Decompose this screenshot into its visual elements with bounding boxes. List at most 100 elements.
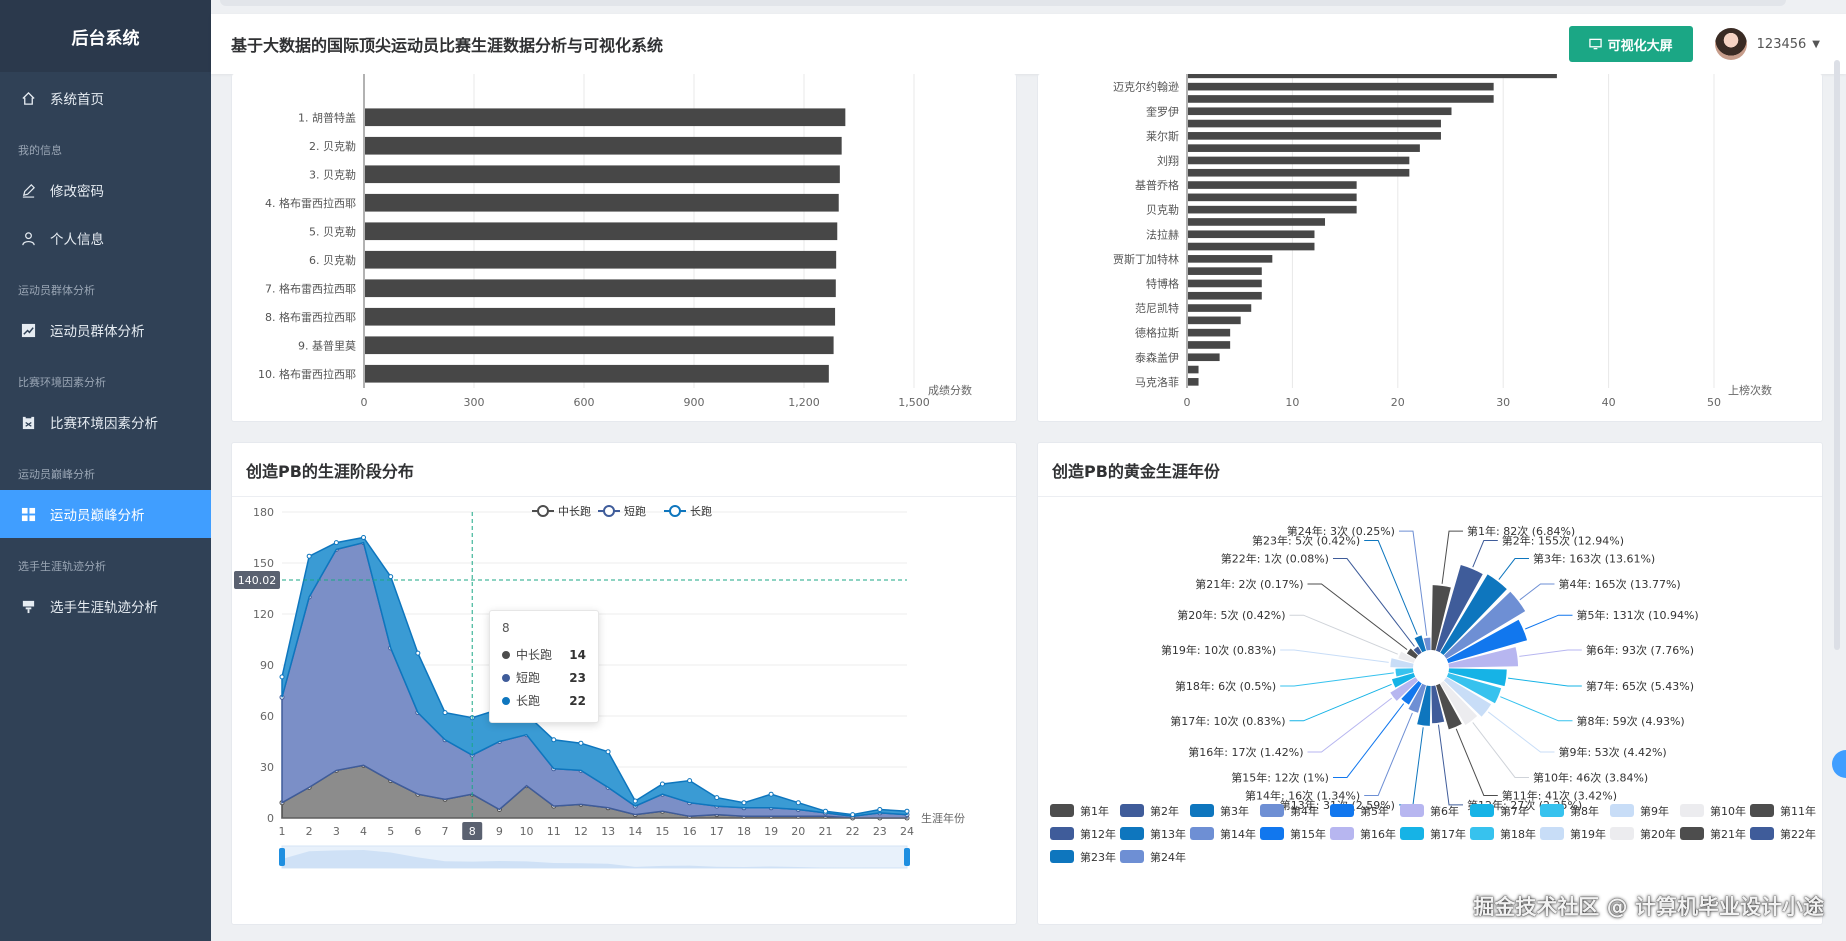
x-tick-label: 12 <box>574 825 588 838</box>
slice-label: 第3年: 163次 (13.61%) <box>1533 552 1655 566</box>
chart-card-top-right: 0 10 20 30 40 50 上榜次数 迈克尔约翰逊 奎罗伊 莱尔斯 刘翔 基普乔格 贝克勒 法拉赫贾… <box>1037 74 1823 422</box>
nav-peak-analysis-label: 运动员巅峰分析 <box>50 508 145 524</box>
bar <box>1188 144 1420 152</box>
legend-label: 第23年 <box>1080 850 1116 864</box>
legend-label: 第16年 <box>1360 827 1396 841</box>
nav-group-analysis[interactable]: 运动员群体分析 <box>0 306 211 354</box>
legend-swatch <box>1120 850 1144 863</box>
legend-label: 第24年 <box>1150 850 1186 864</box>
x-axis-label: 生涯年份 <box>921 811 965 825</box>
bar <box>1188 168 1410 177</box>
nav-change-password[interactable]: 修改密码 <box>0 166 211 214</box>
nav-home-label: 系统首页 <box>50 92 104 108</box>
legend-swatch <box>1680 827 1704 840</box>
user-icon <box>20 230 36 246</box>
legend-label: 第11年 <box>1780 804 1816 818</box>
data-point <box>632 798 638 804</box>
bar-chart-score: 0 300 600 900 1,200 1,500成绩分数 1. 胡普特盖 2. 贝克勒 3. … <box>258 74 972 409</box>
nav-home[interactable]: 系统首页 <box>0 74 211 122</box>
scrollbar[interactable] <box>1834 60 1840 650</box>
bar <box>1188 205 1357 214</box>
legend-label: 第10年 <box>1710 804 1746 818</box>
username: 123456 <box>1756 36 1807 52</box>
tooltip-row: 中长跑 14 <box>502 643 586 666</box>
home-icon <box>20 90 36 106</box>
y-tick-label: 范尼凯特 <box>1135 301 1179 315</box>
legend-swatch <box>1750 804 1774 817</box>
legend-swatch <box>1400 827 1424 840</box>
nav-peak-analysis[interactable]: 运动员巅峰分析 <box>0 490 211 538</box>
bar <box>1188 132 1441 140</box>
data-point <box>877 807 883 812</box>
bar <box>1188 230 1315 239</box>
nav-profile[interactable]: 个人信息 <box>0 214 211 262</box>
nav-environment-analysis[interactable]: 比赛环境因素分析 <box>0 398 211 446</box>
legend-swatch <box>1260 804 1284 817</box>
y-tick-label: 4. 格布雷西拉西耶 <box>265 196 356 210</box>
legend-swatch <box>1120 804 1144 817</box>
chart-card-career-stage: 创造PB的生涯阶段分布 0 30 60 90 120 150 180 1 2 3 4 5 6 7 8 9 10 1… <box>231 442 1017 925</box>
bar <box>365 222 838 241</box>
y-tick-label: 基普乔格 <box>1135 178 1179 192</box>
x-tick-label: 7 <box>442 825 449 838</box>
legend-label: 第6年 <box>1430 804 1459 818</box>
caret-down-icon: ▼ <box>1812 38 1820 50</box>
nav-change-password-label: 修改密码 <box>50 184 104 200</box>
bar <box>1188 242 1315 251</box>
grid-icon <box>20 506 36 522</box>
card-title: 创造PB的生涯阶段分布 <box>232 443 1016 497</box>
y-tick-label: 贝克勒 <box>1146 204 1179 217</box>
chart-tooltip: 8 中长跑 14 短跑 23 长跑 22 <box>489 610 599 723</box>
x-tick-label: 24 <box>900 825 914 838</box>
legend-swatch <box>1050 804 1074 817</box>
x-axis-label: 成绩分数 <box>928 384 972 397</box>
legend-swatch <box>1470 804 1494 817</box>
legend-label: 第13年 <box>1150 827 1186 841</box>
bar <box>1188 267 1262 275</box>
legend-swatch <box>1680 804 1704 817</box>
bar <box>1188 119 1441 128</box>
y-tick-label: 莱尔斯 <box>1146 130 1179 143</box>
leader-line <box>1519 583 1555 601</box>
legend-swatch <box>1540 804 1564 817</box>
legend-swatch <box>1400 804 1424 817</box>
slice-label: 第15年: 12次 (1%) <box>1231 770 1329 784</box>
tooltip-value: 23 <box>569 670 586 685</box>
y-tick-label: 迈克尔约翰逊 <box>1113 80 1179 94</box>
x-tick-label: 600 <box>574 396 595 409</box>
bar <box>365 364 829 383</box>
big-screen-label: 可视化大屏 <box>1607 38 1673 54</box>
leader-line <box>1487 711 1555 753</box>
bar <box>365 108 846 127</box>
card-title: 创造PB的黄金生涯年份 <box>1038 443 1822 497</box>
legend-label: 短跑 <box>624 504 646 518</box>
data-point <box>714 795 720 801</box>
leader-line <box>1519 649 1582 657</box>
tooltip-title: 8 <box>502 621 510 635</box>
slice-label: 第21年: 2次 (0.17%) <box>1195 577 1303 591</box>
x-tick-label: 16 <box>683 825 697 838</box>
tooltip-row: 短跑 23 <box>502 666 586 689</box>
x-tick-label: 20 <box>791 825 805 838</box>
nav-group-label: 比赛环境因素分析 <box>18 376 106 389</box>
slice-label: 第17年: 10次 (0.83%) <box>1170 714 1285 728</box>
bar <box>1188 107 1452 116</box>
legend-label: 第2年 <box>1150 804 1179 818</box>
avatar[interactable] <box>1714 28 1747 60</box>
leader-line <box>1508 677 1582 687</box>
data-point <box>333 540 339 546</box>
user-menu[interactable]: 123456 ▼ <box>1757 37 1820 52</box>
bar <box>365 250 837 269</box>
bar-chart-appearances: 0 10 20 30 40 50 上榜次数 迈克尔约翰逊奎罗伊莱尔斯刘翔基普乔格贝克勒法拉赫贾… <box>1113 74 1772 409</box>
big-screen-button[interactable]: 可视化大屏 <box>1568 26 1693 62</box>
y-tick-label: 马克洛菲 <box>1135 375 1179 389</box>
legend-label: 第19年 <box>1570 827 1606 841</box>
legend-marker <box>669 505 681 517</box>
leader-line <box>1364 540 1418 635</box>
bar <box>1188 218 1326 226</box>
nav-career-trajectory[interactable]: 选手生涯轨迹分析 <box>0 582 211 630</box>
side-handle[interactable] <box>1832 750 1846 778</box>
bar <box>1188 156 1410 165</box>
x-tick-label: 5 <box>387 825 394 838</box>
bar <box>365 136 842 155</box>
